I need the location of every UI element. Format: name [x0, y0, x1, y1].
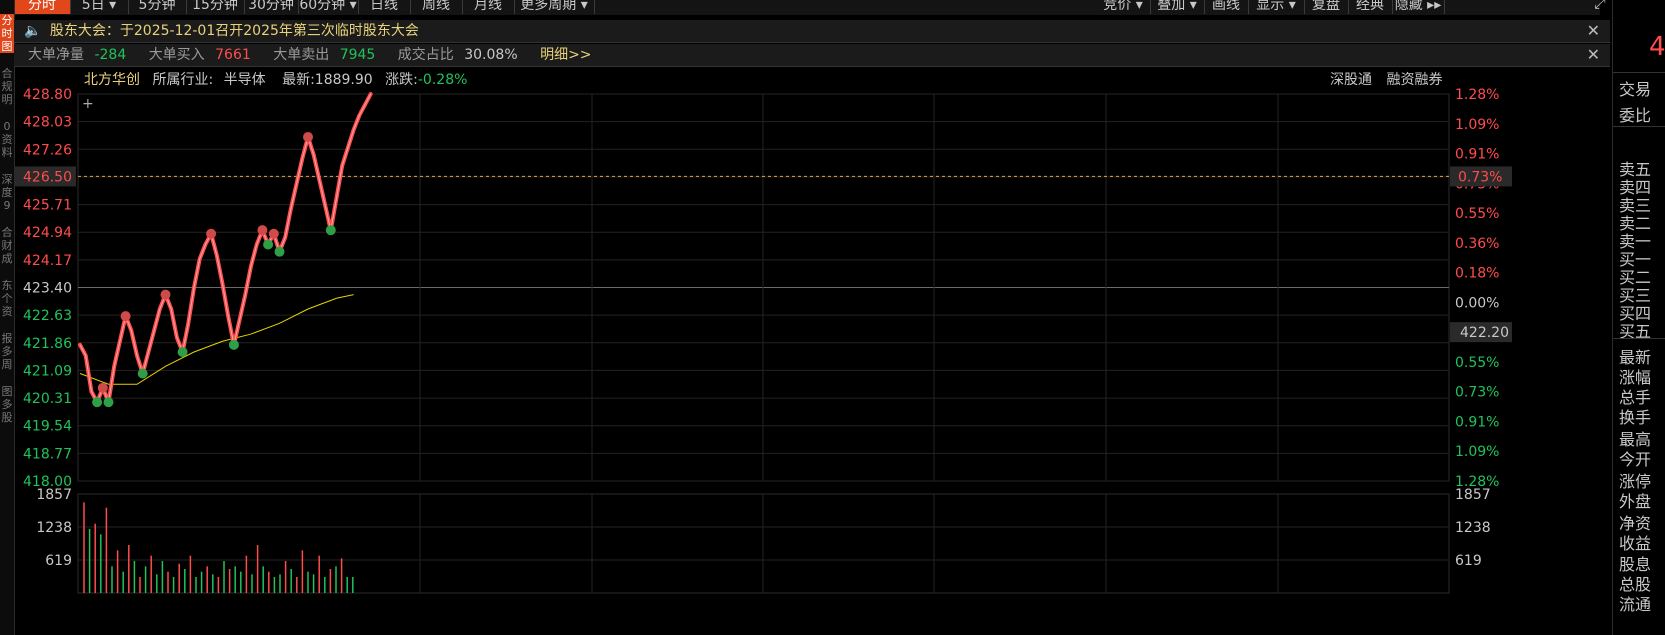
volume-tick-label: 1238	[1455, 520, 1491, 536]
tab-2[interactable]: 5分钟	[128, 0, 187, 14]
peak-marker	[97, 382, 108, 393]
trough-marker	[228, 339, 239, 350]
peak-marker	[206, 228, 217, 239]
trough-marker	[325, 225, 336, 236]
speaker-icon: 🔈	[24, 23, 42, 39]
volume-tick-label: 1238	[36, 520, 72, 536]
buy-value: 7661	[215, 47, 251, 63]
pct-tick-label: 0.73%	[1455, 385, 1499, 401]
option-tab-4[interactable]: 复盘	[1304, 0, 1349, 14]
trough-marker	[177, 347, 188, 357]
panel-divider	[1613, 72, 1665, 73]
volume-tick-label: 619	[45, 553, 72, 569]
trough-marker	[137, 368, 148, 379]
tab-6[interactable]: 日线	[358, 0, 411, 14]
volume-tick-label: 1857	[36, 487, 72, 503]
trough-marker	[103, 397, 114, 408]
pct-tick-label: 0.00%	[1455, 295, 1499, 311]
pct-tick-label: 0.91%	[1455, 414, 1499, 430]
pct-tick-label: 0.55%	[1455, 355, 1499, 371]
option-tab-3[interactable]: 显示 ▾	[1248, 0, 1305, 14]
price-line-highlight	[79, 93, 372, 404]
expand-icon[interactable]: ⤢	[1590, 0, 1610, 14]
announcement-bar[interactable]: 🔈 股东大会：于2025-12-01召开2025年第三次临时股东大会 ✕	[14, 20, 1610, 43]
pct-tick-label: 1.28%	[1455, 87, 1499, 103]
current-price-marker: 426.50	[23, 169, 72, 185]
panel-divider	[1613, 126, 1665, 127]
trough-marker	[274, 246, 285, 257]
net-label: 大单净量	[28, 47, 84, 63]
pct-tick-label: 1.09%	[1455, 444, 1499, 460]
price-tick-label: 422.63	[23, 308, 72, 324]
trough-marker	[92, 397, 103, 408]
left-strip-char[interactable]: 时	[0, 27, 14, 40]
pct-tick-label: 1.09%	[1455, 117, 1499, 133]
price-tick-label: 418.77	[23, 446, 72, 462]
volume-tick-label: 619	[1455, 553, 1482, 569]
peak-marker	[160, 289, 171, 300]
peak-marker	[257, 225, 268, 236]
quote-label: 流通	[1619, 595, 1652, 614]
option-tab-2[interactable]: 画线	[1204, 0, 1249, 14]
left-strip-char[interactable]: 分	[0, 14, 14, 27]
net-value: -284	[94, 47, 127, 63]
announcement-text[interactable]: 股东大会：于2025-12-01召开2025年第三次临时股东大会	[50, 23, 419, 39]
pct-tick-label: 0.55%	[1455, 206, 1499, 222]
price-tick-label: 425.71	[23, 198, 72, 214]
quote-label: 换手	[1619, 408, 1652, 427]
quote-label: 委比	[1619, 106, 1652, 125]
quote-panel: 4 交易 委比 卖五 卖四 卖三 卖二 卖一 买一 买二 买三 买四 买五 最新 涨幅 总手 换手 最高 今开 涨停外…	[1612, 0, 1665, 635]
detail-link[interactable]: 明细>>	[540, 47, 591, 63]
peak-marker	[268, 228, 279, 239]
tab-1[interactable]: 5日 ▾	[70, 0, 129, 14]
peak-marker	[120, 311, 131, 322]
option-tab-1[interactable]: 叠加 ▾	[1150, 0, 1205, 14]
price-tick-label: 424.17	[23, 253, 72, 269]
close-icon[interactable]: ✕	[1587, 44, 1600, 66]
sell-label: 大单卖出	[273, 47, 330, 63]
tab-5[interactable]: 60分钟 ▾	[298, 0, 359, 14]
price-tick-label: 419.54	[23, 419, 72, 435]
low-price-marker: 422.20	[1460, 325, 1509, 341]
tab-4[interactable]: 30分钟	[244, 0, 299, 14]
quote-label: 交易	[1619, 80, 1652, 99]
panel-divider	[1613, 338, 1665, 339]
quote-label: 外盘	[1619, 492, 1652, 511]
pct-tick-label: 0.36%	[1455, 236, 1499, 252]
price-tick-label: 421.09	[23, 363, 72, 379]
price-tick-label: 424.94	[23, 225, 72, 241]
peak-marker	[303, 132, 313, 142]
left-strip-char[interactable]: 图	[0, 40, 14, 53]
price-tick-label: 428.03	[23, 115, 72, 131]
ratio-value: 30.08%	[464, 47, 518, 63]
tab-9[interactable]: 更多周期 ▾	[514, 0, 595, 14]
option-tab-6[interactable]: 隐藏 ▸▸	[1392, 0, 1445, 14]
crosshair-plus-icon: +	[82, 96, 94, 112]
quote-label: 今开	[1619, 450, 1652, 469]
latest-price-large: 4	[1649, 32, 1665, 62]
option-tab-5[interactable]: 经典	[1348, 0, 1393, 14]
intraday-chart[interactable]: 428.80 428.03 427.26 426.50 425.71 424.94 424.…	[0, 68, 1520, 635]
volume-tick-label: 1857	[1455, 487, 1491, 503]
close-icon[interactable]: ✕	[1587, 20, 1600, 42]
price-tick-label: 420.31	[23, 391, 72, 407]
option-tab-0[interactable]: 竞价 ▾	[1096, 0, 1151, 14]
price-line	[78, 92, 373, 405]
price-tick-label: 427.26	[23, 142, 72, 158]
tab-0[interactable]: 分时	[14, 0, 71, 14]
price-tick-label: 421.86	[23, 336, 72, 352]
ratio-label: 成交占比	[397, 47, 454, 63]
trough-marker	[263, 239, 274, 250]
buy-label: 大单买入	[148, 47, 205, 63]
tab-8[interactable]: 月线	[462, 0, 515, 14]
sell-value: 7945	[339, 47, 376, 63]
pct-tick-label: 0.18%	[1455, 266, 1499, 282]
tab-3[interactable]: 15分钟	[186, 0, 245, 14]
price-tick-label: 428.80	[23, 87, 72, 103]
price-tick-label: 423.40	[23, 281, 72, 297]
big-order-bar: 大单净量 -284 大单买入 7661 大单卖出 7945 成交占比 30.08…	[14, 44, 1610, 67]
pct-tick-label: 0.91%	[1455, 147, 1499, 163]
current-pct-marker: 0.73%	[1458, 169, 1502, 185]
tab-7[interactable]: 周线	[410, 0, 463, 14]
